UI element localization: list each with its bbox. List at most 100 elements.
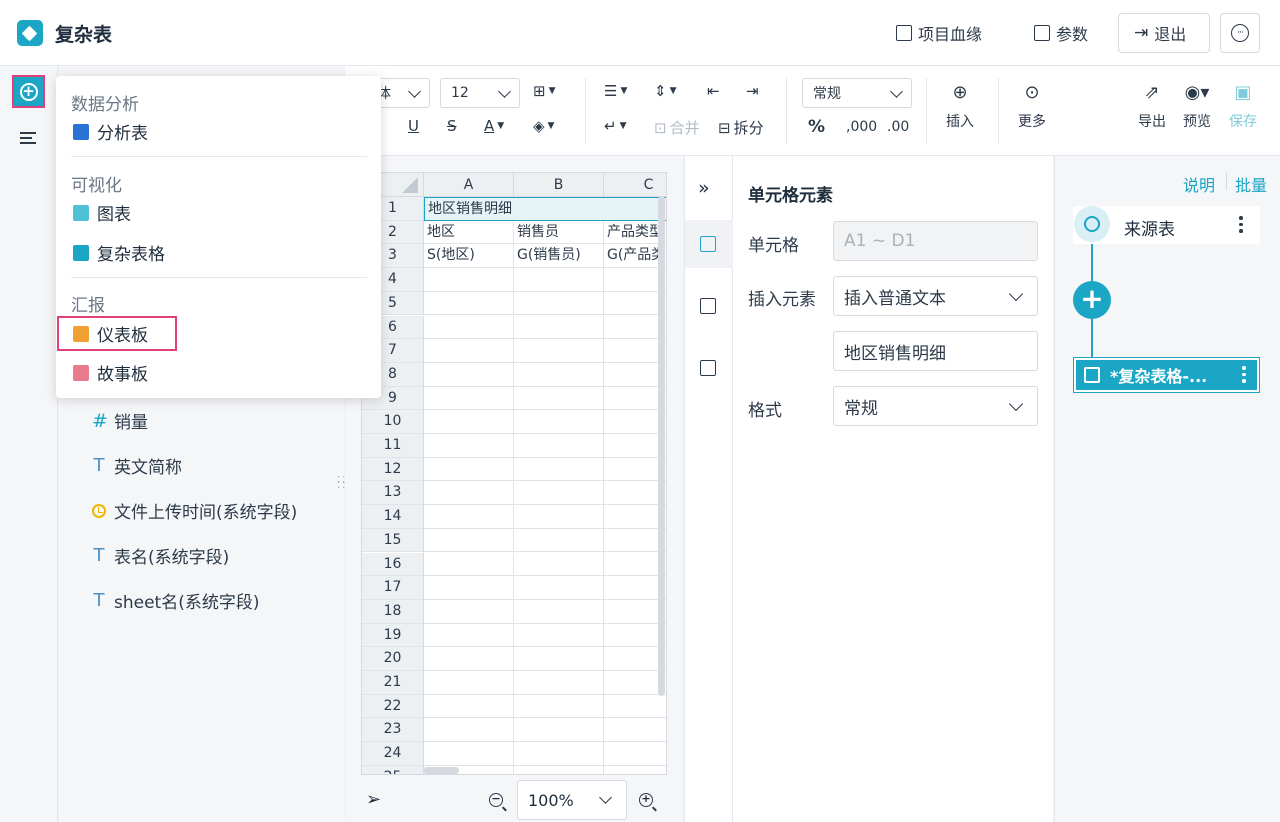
row-header[interactable]: 17 [362, 576, 424, 600]
insert-button[interactable]: ⊕ 插入 [946, 83, 974, 131]
sheet-cell[interactable]: S(地区) [424, 244, 514, 269]
wrap-text-button[interactable]: ↵ ▼ [604, 117, 627, 135]
sheet-cell[interactable]: G(销售员) [514, 244, 604, 269]
sheet-cell[interactable] [424, 362, 514, 387]
decimal-button[interactable]: .00 [887, 119, 909, 135]
outdent-button[interactable]: ⇤ [707, 82, 720, 100]
sheet-cell[interactable] [514, 410, 604, 434]
row-header[interactable]: 16 [362, 552, 424, 577]
params-button[interactable]: 参数 [1034, 14, 1088, 52]
sheet-cell[interactable] [514, 362, 604, 387]
indent-button[interactable]: ⇥ [746, 82, 759, 100]
exit-button-content[interactable]: ⇥ 退出 [1134, 14, 1186, 52]
cell-property-tab-icon[interactable] [700, 298, 716, 314]
row-header[interactable]: 18 [362, 599, 424, 624]
sheet-cell[interactable] [424, 315, 514, 340]
sheet-cell[interactable] [514, 505, 604, 529]
sheet-cell[interactable] [424, 694, 514, 719]
row-header[interactable]: 21 [362, 671, 424, 695]
sheet-cell[interactable] [514, 694, 604, 719]
fill-color-button[interactable]: ◈ ▼ [533, 117, 554, 135]
menu-item-storyboard[interactable]: 故事板 [73, 360, 148, 385]
row-header[interactable]: 24 [362, 742, 424, 766]
sheet-cell[interactable] [514, 765, 604, 774]
column-header[interactable]: B [514, 173, 604, 197]
text-content-input[interactable]: 地区销售明细 [833, 331, 1038, 371]
sheet-cell[interactable] [514, 268, 604, 292]
row-header[interactable]: 19 [362, 623, 424, 648]
align-vertical-button[interactable]: ⇕ ▼ [654, 82, 677, 100]
row-header[interactable]: 10 [362, 410, 424, 434]
zoom-select[interactable]: 100% [517, 780, 627, 820]
sheet-cell[interactable]: 销售员 [514, 220, 604, 245]
project-lineage-button[interactable]: 项目血缘 [896, 14, 982, 52]
field-item[interactable]: # 销量 [92, 408, 148, 434]
cell-element-tab-icon[interactable] [700, 236, 716, 252]
column-header[interactable]: C [604, 173, 666, 197]
sheet-cell[interactable] [424, 647, 514, 671]
sheet-cell[interactable] [424, 599, 514, 624]
sheet-cell[interactable] [424, 505, 514, 529]
sheet-cell[interactable] [424, 576, 514, 600]
add-node-button[interactable]: + [1073, 281, 1111, 319]
row-header[interactable]: 15 [362, 528, 424, 553]
row-header[interactable]: 13 [362, 481, 424, 506]
send-icon[interactable]: ➢ [366, 789, 381, 810]
collapse-icon[interactable]: » [698, 177, 710, 199]
sheet-cell[interactable] [424, 742, 514, 766]
horizontal-scrollbar[interactable] [423, 767, 459, 774]
sheet-cell[interactable]: 地区 [424, 220, 514, 245]
row-header[interactable]: 14 [362, 505, 424, 529]
menu-item-chart[interactable]: 图表 [73, 200, 131, 225]
sheet-cell[interactable] [424, 386, 514, 411]
sheet-cell[interactable] [514, 339, 604, 363]
sheet-cell[interactable] [514, 315, 604, 340]
sheet-cell[interactable] [424, 434, 514, 458]
sheet-cell[interactable] [424, 671, 514, 695]
column-header[interactable]: A [424, 173, 514, 197]
field-item[interactable]: T 英文简称 [92, 453, 183, 478]
align-horizontal-button[interactable]: ☰ ▼ [604, 82, 627, 100]
save-button[interactable]: ▣ 保存 [1229, 83, 1257, 131]
export-button[interactable]: ⇗ 导出 [1138, 83, 1166, 131]
sheet-cell[interactable] [424, 623, 514, 648]
field-item[interactable]: T sheet名(系统字段) [92, 588, 260, 613]
sheet-cell[interactable] [424, 268, 514, 292]
sheet-cell[interactable] [514, 576, 604, 600]
menu-item-analysis-table[interactable]: 分析表 [73, 119, 148, 144]
thousands-button[interactable]: ,000 [846, 119, 877, 135]
explain-link[interactable]: 说明 [1183, 172, 1215, 196]
batch-link[interactable]: 批量 [1235, 172, 1267, 196]
sheet-cell[interactable] [514, 528, 604, 553]
sheet-cell[interactable] [514, 742, 604, 766]
sheet-cell[interactable] [604, 695, 666, 719]
sheet-cell[interactable] [514, 623, 604, 648]
sheet-cell[interactable] [424, 457, 514, 482]
sheet-cell[interactable] [424, 481, 514, 506]
more-options-button[interactable]: ··· [1220, 13, 1260, 53]
add-resource-button[interactable]: + [12, 75, 45, 108]
sheet-cell[interactable] [424, 291, 514, 316]
sheet-cell[interactable] [514, 291, 604, 316]
underline-button[interactable]: U [408, 117, 419, 135]
sheet-cell[interactable] [424, 718, 514, 743]
selected-merged-cell[interactable]: 地区销售明细 [424, 197, 666, 221]
font-size-select[interactable]: 12 [440, 78, 520, 108]
row-header[interactable]: 11 [362, 434, 424, 458]
sheet-cell[interactable] [424, 528, 514, 553]
sheet-cell[interactable] [514, 386, 604, 411]
sheet-cell[interactable] [514, 481, 604, 506]
border-button[interactable]: ⊞ ▼ [533, 82, 556, 100]
style-tab-icon[interactable] [700, 360, 716, 376]
sheet-cell[interactable] [424, 410, 514, 434]
sheet-cell[interactable] [514, 671, 604, 695]
merge-button[interactable]: ⊡ 合并 [654, 117, 700, 138]
zoom-out-icon[interactable]: − [489, 793, 503, 807]
list-icon[interactable] [20, 131, 38, 147]
percent-button[interactable]: % [808, 117, 825, 137]
row-header[interactable]: 22 [362, 694, 424, 719]
sheet-cell[interactable] [604, 766, 666, 774]
split-button[interactable]: ⊟ 拆分 [718, 117, 764, 138]
vertical-scrollbar[interactable] [658, 196, 665, 696]
field-item[interactable]: 文件上传时间(系统字段) [92, 498, 297, 523]
